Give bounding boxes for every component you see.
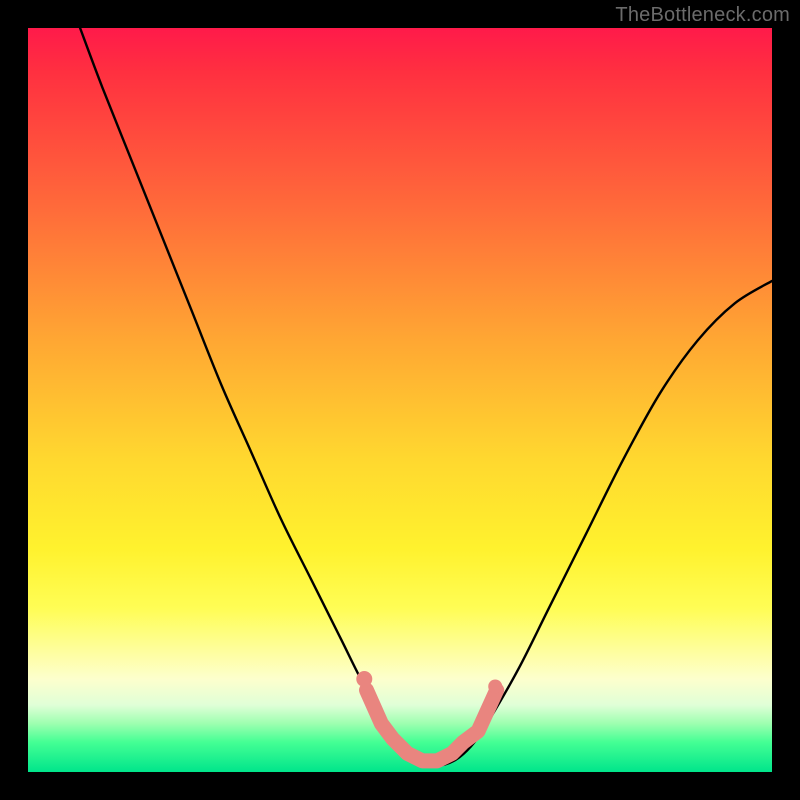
valley-dot-right [488, 679, 502, 693]
valley-highlight [367, 690, 497, 761]
valley-dot-left [356, 671, 372, 687]
attribution-label: TheBottleneck.com [615, 4, 790, 27]
bottleneck-curve [80, 28, 772, 765]
curve-layer [28, 28, 772, 772]
plot-area [28, 28, 772, 772]
chart-frame: TheBottleneck.com [0, 0, 800, 800]
